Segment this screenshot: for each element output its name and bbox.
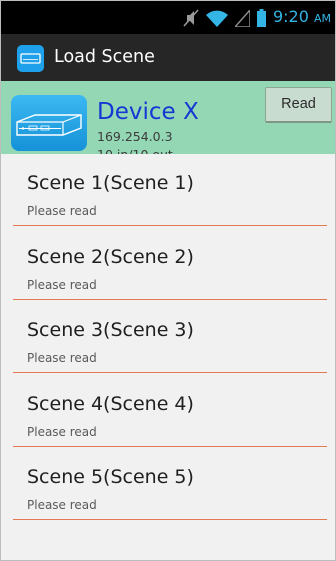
scene-status: Please read [27, 351, 97, 366]
device-name: Device X [97, 99, 199, 125]
wifi-icon [205, 10, 228, 27]
divider [13, 298, 327, 300]
scene-item-2[interactable]: Scene 2(Scene 2) Please read [1, 228, 335, 302]
divider [13, 519, 327, 521]
battery-icon [256, 9, 266, 27]
mute-icon [183, 9, 199, 27]
divider [13, 225, 327, 226]
scene-title: Scene 1(Scene 1) [27, 172, 194, 194]
status-clock: 9:20 AM [273, 7, 331, 29]
device-app-icon[interactable] [17, 45, 44, 72]
scene-status: Please read [27, 204, 97, 218]
status-bar: 9:20 AM [1, 1, 335, 34]
action-bar: Load Scene [1, 34, 335, 81]
scene-title: Scene 4(Scene 4) [27, 392, 194, 415]
status-ampm: AM [313, 12, 331, 25]
device-ip: 169.254.0.3 [97, 129, 173, 144]
server-rack-icon [11, 95, 87, 151]
signal-icon [234, 9, 250, 27]
scene-item-1[interactable]: Scene 1(Scene 1) Please read [1, 154, 335, 228]
scene-title: Scene 2(Scene 2) [27, 245, 194, 268]
page-title: Load Scene [54, 47, 155, 67]
app-screen: 9:20 AM Load Scene Device X 169.254.0.3 … [0, 0, 336, 561]
scene-status: Please read [27, 498, 97, 513]
scene-list: Scene 1(Scene 1) Please read Scene 2(Sce… [1, 154, 335, 560]
scene-item-4[interactable]: Scene 4(Scene 4) Please read [1, 375, 335, 449]
divider [13, 445, 327, 447]
device-header: Device X 169.254.0.3 10 in/10 out Read [1, 81, 335, 162]
scene-item-3[interactable]: Scene 3(Scene 3) Please read [1, 301, 335, 375]
status-time: 9:20 [272, 7, 309, 26]
scene-status: Please read [27, 424, 97, 439]
scene-title: Scene 3(Scene 3) [27, 319, 194, 342]
status-icons: 9:20 AM [183, 7, 331, 29]
scene-item-5[interactable]: Scene 5(Scene 5) Please read [1, 448, 335, 522]
read-button[interactable]: Read [265, 87, 332, 123]
divider [13, 372, 327, 374]
scene-title: Scene 5(Scene 5) [27, 466, 194, 489]
scene-status: Please read [27, 277, 97, 292]
